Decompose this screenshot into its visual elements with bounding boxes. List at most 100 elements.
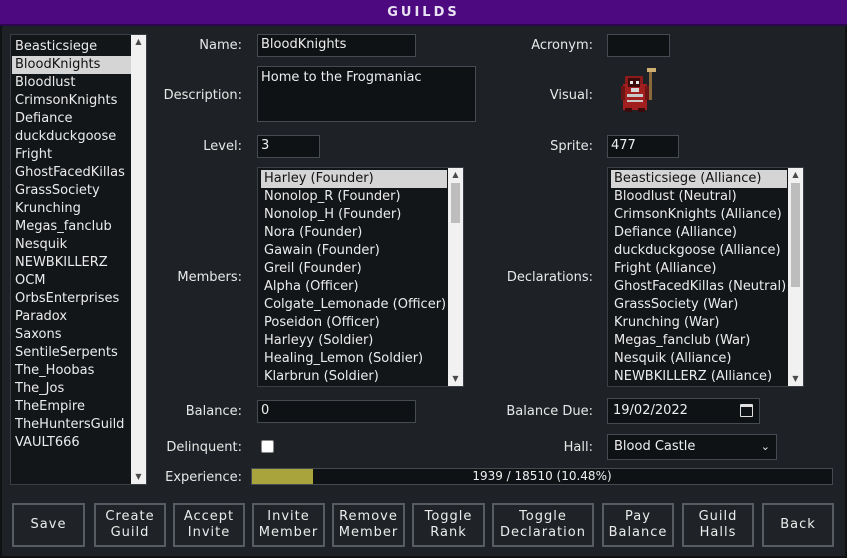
- balance-label: Balance:: [185, 404, 242, 419]
- title-bar: GUILDS: [0, 0, 847, 26]
- hall-label: Hall:: [563, 440, 593, 455]
- declaration-list-item[interactable]: Fright (Alliance): [611, 260, 787, 278]
- balance-due-field[interactable]: 19/02/2022: [607, 398, 760, 424]
- balance-due-label: Balance Due:: [506, 404, 593, 419]
- declaration-list-item[interactable]: NEWBKILLERZ (Alliance): [611, 368, 787, 386]
- members-list-scrollbar[interactable]: ▲ ▼: [448, 168, 463, 386]
- declarations-list-scrollbar[interactable]: ▲ ▼: [788, 168, 803, 386]
- member-list-item[interactable]: Greil (Founder): [261, 260, 447, 278]
- guild-list-item[interactable]: BloodKnights: [12, 56, 131, 74]
- back-button[interactable]: Back: [762, 503, 834, 547]
- name-field[interactable]: BloodKnights: [257, 34, 416, 57]
- members-scroll-thumb[interactable]: [451, 183, 460, 223]
- declaration-list-item[interactable]: GrassSociety (War): [611, 296, 787, 314]
- pay-balance-button[interactable]: Pay Balance: [602, 503, 674, 547]
- guild-list-item[interactable]: TheHuntersGuild: [12, 416, 131, 434]
- guild-list-item[interactable]: VAULT666: [12, 434, 131, 452]
- guild-list-item[interactable]: The_Hoobas: [12, 362, 131, 380]
- chevron-down-icon: ⌄: [760, 440, 770, 453]
- experience-label: Experience:: [165, 470, 242, 485]
- guild-list-item[interactable]: GhostFacedKillas: [12, 164, 131, 182]
- description-field[interactable]: Home to the Frogmaniac: [257, 66, 476, 122]
- declaration-list-item[interactable]: Defiance (Alliance): [611, 224, 787, 242]
- toggle-declaration-button[interactable]: Toggle Declaration: [492, 503, 594, 547]
- scroll-up-arrow-icon[interactable]: ▲: [788, 168, 803, 182]
- scroll-up-arrow-icon[interactable]: ▲: [131, 35, 146, 49]
- declaration-list-item[interactable]: Bloodlust (Neutral): [611, 188, 787, 206]
- guild-list-item[interactable]: Beasticsiege: [12, 38, 131, 56]
- scroll-down-arrow-icon[interactable]: ▼: [448, 372, 463, 386]
- calendar-icon[interactable]: [740, 404, 753, 417]
- scroll-down-arrow-icon[interactable]: ▼: [788, 372, 803, 386]
- guild-list-item[interactable]: TheEmpire: [12, 398, 131, 416]
- acronym-label: Acronym:: [531, 38, 593, 53]
- delinquent-label: Delinquent:: [166, 440, 242, 455]
- balance-field[interactable]: 0: [257, 400, 416, 423]
- guild-list-item[interactable]: The_Jos: [12, 380, 131, 398]
- guild-halls-button[interactable]: Guild Halls: [682, 503, 754, 547]
- guild-list-item[interactable]: NEWBKILLERZ: [12, 254, 131, 272]
- guild-list-item[interactable]: Paradox: [12, 308, 131, 326]
- member-list-item[interactable]: Nora (Founder): [261, 224, 447, 242]
- guild-list-item[interactable]: CrimsonKnights: [12, 92, 131, 110]
- member-list-item[interactable]: Alpha (Officer): [261, 278, 447, 296]
- hall-select-value: Blood Castle: [614, 439, 696, 454]
- balance-due-value: 19/02/2022: [613, 403, 688, 418]
- acronym-field[interactable]: [607, 34, 670, 57]
- guild-list-item[interactable]: OCM: [12, 272, 131, 290]
- member-list-item[interactable]: Klarbrun (Soldier): [261, 368, 447, 386]
- level-label: Level:: [203, 139, 242, 154]
- declaration-list-item[interactable]: Beasticsiege (Alliance): [611, 170, 787, 188]
- declaration-list-item[interactable]: CrimsonKnights (Alliance): [611, 206, 787, 224]
- declaration-list-item[interactable]: duckduckgoose (Alliance): [611, 242, 787, 260]
- guild-list-item[interactable]: Nesquik: [12, 236, 131, 254]
- guild-list[interactable]: Beasticsiege BloodKnights Bloodlust Crimson…: [10, 34, 147, 485]
- scroll-up-arrow-icon[interactable]: ▲: [448, 168, 463, 182]
- guild-list-item[interactable]: Saxons: [12, 326, 131, 344]
- accept-invite-button[interactable]: Accept Invite: [173, 503, 245, 547]
- member-list-item[interactable]: Poseidon (Officer): [261, 314, 447, 332]
- guild-list-item[interactable]: OrbsEnterprises: [12, 290, 131, 308]
- declaration-list-item[interactable]: Megas_fanclub (War): [611, 332, 787, 350]
- guild-list-item[interactable]: SentileSerpents: [12, 344, 131, 362]
- delinquent-checkbox[interactable]: [261, 440, 274, 453]
- member-list-item[interactable]: Nonolop_H (Founder): [261, 206, 447, 224]
- member-list-item[interactable]: Nonolop_R (Founder): [261, 188, 447, 206]
- sprite-label: Sprite:: [550, 139, 593, 154]
- guild-list-item[interactable]: Defiance: [12, 110, 131, 128]
- toggle-rank-button[interactable]: Toggle Rank: [412, 503, 485, 547]
- member-list-item[interactable]: Harley (Founder): [261, 170, 447, 188]
- declaration-list-item[interactable]: Nesquik (Alliance): [611, 350, 787, 368]
- invite-member-button[interactable]: Invite Member: [252, 503, 325, 547]
- remove-member-button[interactable]: Remove Member: [332, 503, 405, 547]
- declaration-list-item[interactable]: Krunching (War): [611, 314, 787, 332]
- guild-list-scrollbar[interactable]: ▲ ▼: [131, 35, 146, 484]
- create-guild-button[interactable]: Create Guild: [94, 503, 166, 547]
- experience-bar: 1939 / 18510 (10.48%): [251, 468, 833, 485]
- declarations-label: Declarations:: [506, 270, 593, 285]
- guild-list-item[interactable]: duckduckgoose: [12, 128, 131, 146]
- hall-select[interactable]: Blood Castle ⌄: [607, 434, 777, 460]
- members-list[interactable]: Harley (Founder) Nonolop_R (Founder) Nonol…: [257, 167, 464, 387]
- guild-list-item[interactable]: Krunching: [12, 200, 131, 218]
- declarations-scroll-thumb[interactable]: [791, 183, 800, 287]
- guild-list-item[interactable]: Fright: [12, 146, 131, 164]
- member-list-item[interactable]: Colgate_Lemonade (Officer): [261, 296, 447, 314]
- guild-list-item[interactable]: GrassSociety: [12, 182, 131, 200]
- member-list-item[interactable]: Harleyy (Soldier): [261, 332, 447, 350]
- visual-label: Visual:: [549, 88, 593, 103]
- declaration-list-item[interactable]: GhostFacedKillas (Neutral): [611, 278, 787, 296]
- guild-list-item[interactable]: Megas_fanclub: [12, 218, 131, 236]
- guild-list-item[interactable]: Bloodlust: [12, 74, 131, 92]
- declarations-list[interactable]: Beasticsiege (Alliance) Bloodlust (Neutra…: [607, 167, 804, 387]
- save-button[interactable]: Save: [12, 503, 85, 547]
- level-field[interactable]: 3: [257, 135, 320, 158]
- sprite-field[interactable]: 477: [607, 135, 679, 158]
- member-list-item[interactable]: Gawain (Founder): [261, 242, 447, 260]
- experience-text: 1939 / 18510 (10.48%): [472, 469, 612, 483]
- description-label: Description:: [163, 88, 242, 103]
- scroll-down-arrow-icon[interactable]: ▼: [131, 470, 146, 484]
- member-list-item[interactable]: Healing_Lemon (Soldier): [261, 350, 447, 368]
- name-label: Name:: [199, 38, 242, 53]
- guild-sprite-icon: [621, 68, 656, 112]
